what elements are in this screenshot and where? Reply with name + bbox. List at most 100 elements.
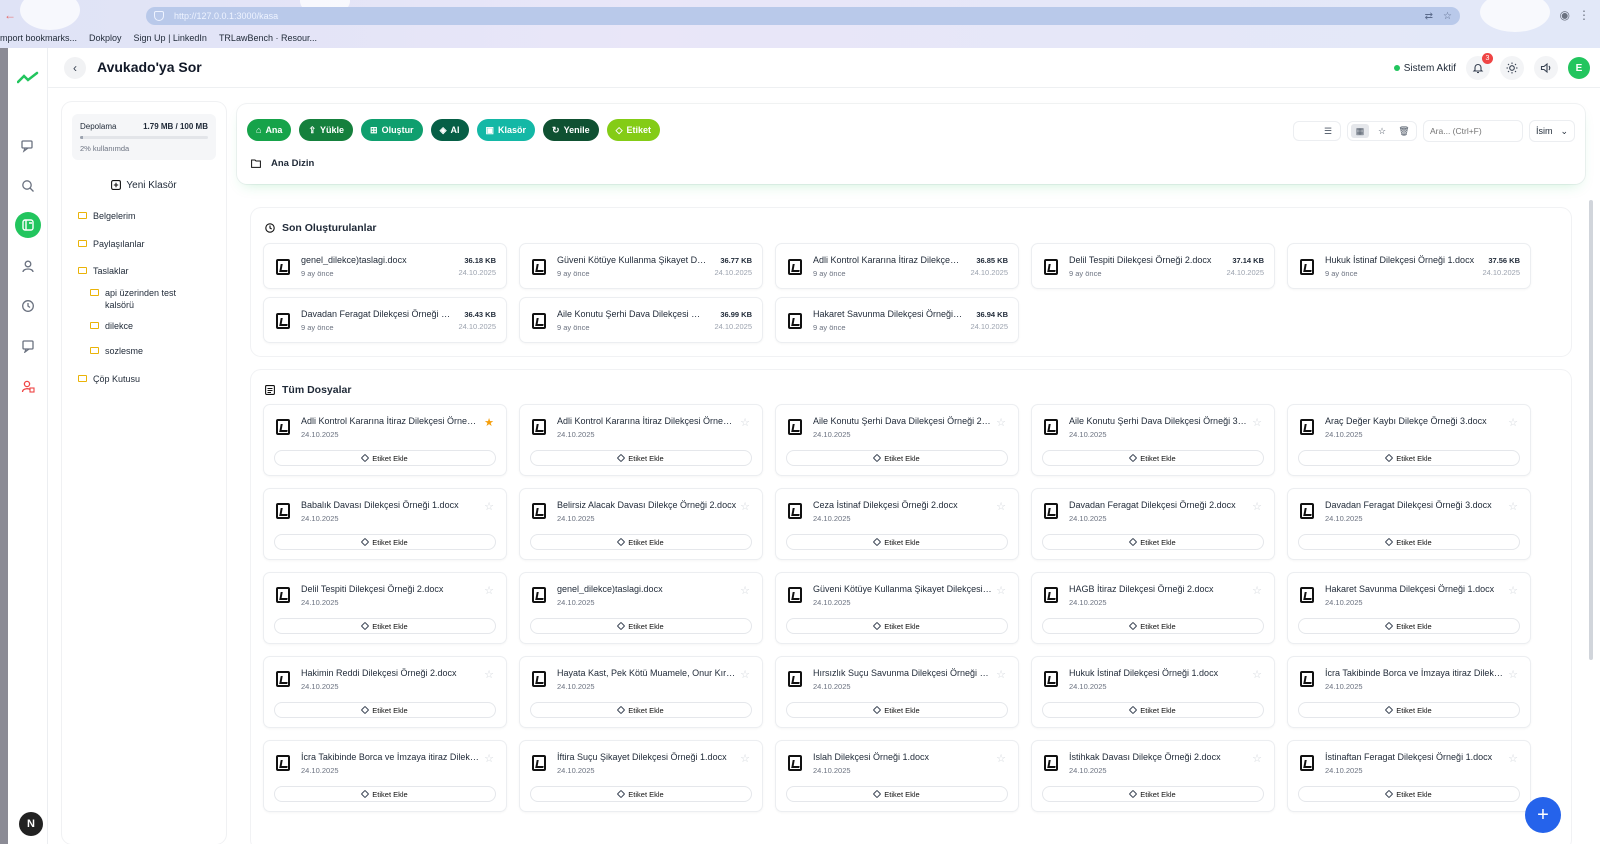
add-tag-button[interactable]: Etiket Ekle (786, 786, 1008, 802)
message-icon[interactable] (20, 338, 36, 354)
star-icon[interactable]: ☆ (996, 752, 1006, 765)
file-card[interactable]: İftira Suçu Şikayet Dilekçesi Örneği 1.d… (519, 740, 763, 812)
file-card[interactable]: Davadan Feragat Dilekçesi Örneği 2.docx 2… (1031, 488, 1275, 560)
star-icon[interactable]: ☆ (1252, 584, 1262, 597)
add-tag-button[interactable]: Etiket Ekle (786, 702, 1008, 718)
list-view-icon[interactable]: ☰ (1319, 124, 1337, 138)
add-tag-button[interactable]: Etiket Ekle (1298, 786, 1520, 802)
star-icon[interactable]: ☆ (484, 500, 494, 513)
view-blank[interactable] (1297, 124, 1315, 138)
folder-item[interactable]: Paylaşılanlar (78, 238, 218, 250)
chat-icon[interactable] (20, 138, 36, 154)
bookmark-item[interactable]: TRLawBench · Resour... (219, 33, 317, 43)
file-card[interactable]: İstihkak Davası Dilekçe Örneği 2.docx 24.… (1031, 740, 1275, 812)
app-logo-icon[interactable] (17, 70, 39, 86)
add-tag-button[interactable]: Etiket Ekle (274, 786, 496, 802)
file-card[interactable]: Hukuk İstinaf Dilekçesi Örneği 1.docx 24.… (1031, 656, 1275, 728)
star-icon[interactable]: ☆ (1252, 416, 1262, 429)
scrollbar[interactable] (1589, 200, 1593, 660)
recent-file-card[interactable]: Güveni Kötüye Kullanma Şikayet Dilekçesi… (519, 243, 763, 289)
notifications-button[interactable]: 3 (1466, 53, 1493, 80)
file-card[interactable]: Belirsiz Alacak Davası Dilekçe Örneği 2.… (519, 488, 763, 560)
recent-file-card[interactable]: Delil Tespiti Dilekçesi Örneği 2.docx 9 a… (1031, 243, 1275, 289)
grid-view-icon[interactable]: ▦ (1351, 124, 1369, 138)
file-card[interactable]: Aile Konutu Şerhi Dava Dilekçesi Örneği … (1031, 404, 1275, 476)
file-card[interactable]: Hakimin Reddi Dilekçesi Örneği 2.docx 24.… (263, 656, 507, 728)
star-icon[interactable]: ☆ (484, 584, 494, 597)
file-card[interactable]: İcra Takibinde Borca ve İmzaya itiraz Di… (1287, 656, 1531, 728)
star-icon[interactable]: ☆ (1252, 500, 1262, 513)
file-card[interactable]: Aile Konutu Şerhi Dava Dilekçesi Örneği … (775, 404, 1019, 476)
bookmark-item[interactable]: Dokploy (89, 33, 122, 43)
theme-toggle-button[interactable] (1500, 56, 1524, 80)
add-tag-button[interactable]: Etiket Ekle (274, 618, 496, 634)
create-button[interactable]: ⊞ Oluştur (361, 119, 423, 141)
file-card[interactable]: Islah Dilekçesi Örneği 1.docx 24.10.2025 ☆… (775, 740, 1019, 812)
favorites-filter-icon[interactable]: ☆ (1373, 124, 1391, 138)
recent-file-card[interactable]: Hukuk İstinaf Dilekçesi Örneği 1.docx 9 a… (1287, 243, 1531, 289)
upload-button[interactable]: ⇪ Yükle (299, 119, 354, 141)
add-tag-button[interactable]: Etiket Ekle (1042, 702, 1264, 718)
tag-button[interactable]: ◇ Etiket (606, 119, 661, 141)
star-filled-icon[interactable]: ★ (484, 416, 494, 429)
file-card[interactable]: Ceza İstinaf Dilekçesi Örneği 2.docx 24.1… (775, 488, 1019, 560)
file-card[interactable]: Davadan Feragat Dilekçesi Örneği 3.docx 2… (1287, 488, 1531, 560)
file-card[interactable]: HAGB İtiraz Dilekçesi Örneği 2.docx 24.10… (1031, 572, 1275, 644)
star-icon[interactable]: ☆ (1508, 500, 1518, 513)
recent-file-card[interactable]: Hakaret Savunma Dilekçesi Örneği 1.docx 9… (775, 297, 1019, 343)
sort-select[interactable]: İsim ⌄ (1529, 120, 1575, 142)
file-card[interactable]: Delil Tespiti Dilekçesi Örneği 2.docx 24.… (263, 572, 507, 644)
add-tag-button[interactable]: Etiket Ekle (1298, 450, 1520, 466)
folder-item[interactable]: api üzerinden test kalsörü (90, 287, 190, 311)
file-card[interactable]: Hırsızlık Suçu Savunma Dilekçesi Örneği … (775, 656, 1019, 728)
folder-item[interactable]: Taslaklar (78, 265, 218, 277)
add-tag-button[interactable]: Etiket Ekle (1042, 786, 1264, 802)
user-icon[interactable] (20, 258, 36, 274)
folder-item[interactable]: Belgelerim (78, 210, 218, 222)
add-tag-button[interactable]: Etiket Ekle (786, 450, 1008, 466)
star-icon[interactable]: ☆ (740, 668, 750, 681)
home-button[interactable]: ⌂ Ana (247, 119, 292, 141)
folder-item[interactable]: Çöp Kutusu (78, 373, 218, 385)
address-bar[interactable]: http://127.0.0.1:3000/kasa ⇄ ☆ (146, 7, 1460, 25)
back-arrow-icon[interactable]: ← (4, 8, 16, 22)
new-folder-button[interactable]: Yeni Klasör (72, 176, 216, 194)
star-icon[interactable]: ☆ (996, 668, 1006, 681)
ai-button[interactable]: ◈ AI (430, 119, 469, 141)
add-tag-button[interactable]: Etiket Ekle (530, 618, 752, 634)
search-input[interactable] (1423, 120, 1523, 142)
file-card[interactable]: Adli Kontrol Kararına İtiraz Dilekçesi Ö… (263, 404, 507, 476)
star-icon[interactable]: ☆ (1508, 668, 1518, 681)
folder-item[interactable]: dilekce (90, 320, 190, 332)
menu-icon[interactable]: ⋮ (1578, 8, 1590, 22)
extension-icon[interactable]: ◉ (1560, 8, 1570, 22)
star-icon[interactable]: ☆ (740, 752, 750, 765)
add-tag-button[interactable]: Etiket Ekle (274, 702, 496, 718)
add-tag-button[interactable]: Etiket Ekle (1298, 702, 1520, 718)
trash-icon[interactable]: 🗑 (1395, 124, 1413, 138)
recent-file-card[interactable]: Adli Kontrol Kararına İtiraz Dilekçesi.d… (775, 243, 1019, 289)
add-tag-button[interactable]: Etiket Ekle (786, 618, 1008, 634)
recent-file-card[interactable]: Aile Konutu Şerhi Dava Dilekçesi Örneği.… (519, 297, 763, 343)
add-tag-button[interactable]: Etiket Ekle (786, 534, 1008, 550)
folder-button[interactable]: ▣ Klasör (476, 119, 536, 141)
refresh-button[interactable]: ↻ Yenile (543, 119, 599, 141)
add-tag-button[interactable]: Etiket Ekle (530, 534, 752, 550)
recent-file-card[interactable]: genel_dilekce)taslagi.docx 9 ay önce 36.18… (263, 243, 507, 289)
add-tag-button[interactable]: Etiket Ekle (1298, 534, 1520, 550)
star-icon[interactable]: ☆ (996, 500, 1006, 513)
file-card[interactable]: İcra Takibinde Borca ve İmzaya itiraz Di… (263, 740, 507, 812)
star-icon[interactable]: ☆ (740, 416, 750, 429)
add-tag-button[interactable]: Etiket Ekle (1042, 450, 1264, 466)
star-icon[interactable]: ☆ (1508, 416, 1518, 429)
add-tag-button[interactable]: Etiket Ekle (1042, 618, 1264, 634)
translate-icon[interactable]: ⇄ (1425, 11, 1433, 22)
file-card[interactable]: Hayata Kast, Pek Kötü Muamele, Onur Kırı… (519, 656, 763, 728)
search-icon[interactable] (20, 178, 36, 194)
back-button[interactable]: ‹ (64, 57, 86, 79)
add-tag-button[interactable]: Etiket Ekle (1042, 534, 1264, 550)
star-icon[interactable]: ☆ (740, 584, 750, 597)
file-card[interactable]: Hakaret Savunma Dilekçesi Örneği 1.docx 2… (1287, 572, 1531, 644)
star-icon[interactable]: ☆ (1508, 752, 1518, 765)
file-card[interactable]: Adli Kontrol Kararına İtiraz Dilekçesi Ö… (519, 404, 763, 476)
